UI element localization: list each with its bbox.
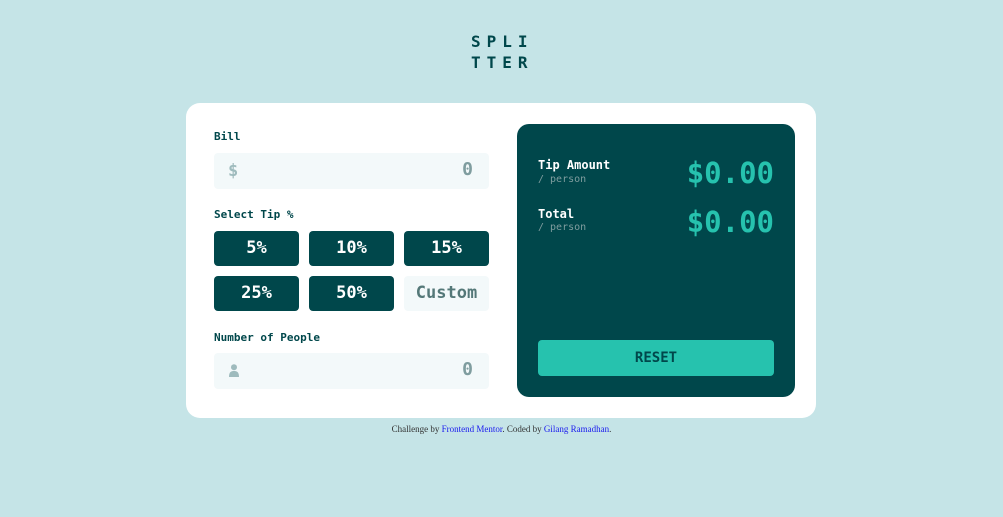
attribution: Challenge by Frontend Mentor. Coded by G…: [0, 424, 1003, 434]
people-input[interactable]: 0: [462, 359, 473, 380]
tip-15-button[interactable]: 15%: [404, 231, 489, 266]
bill-label: Bill: [214, 130, 241, 143]
results-panel: Tip Amount / person $0.00 Total / person…: [517, 124, 795, 397]
attribution-middle: . Coded by: [502, 424, 542, 434]
number-of-people-label: Number of People: [214, 331, 320, 344]
tip-amount-title: Tip Amount: [538, 158, 611, 172]
total-title: Total: [538, 207, 575, 221]
tip-5-button[interactable]: 5%: [214, 231, 299, 266]
logo-line-1: SPLI: [471, 32, 534, 51]
logo-line-2: TTER: [471, 53, 534, 72]
reset-button[interactable]: RESET: [538, 340, 774, 376]
total-value: $0.00: [686, 205, 774, 239]
tip-amount-per-person: / person: [538, 174, 587, 185]
tip-50-button[interactable]: 50%: [309, 276, 394, 311]
person-icon: [229, 364, 239, 377]
bill-field[interactable]: $ 0: [214, 153, 489, 189]
frontend-mentor-link[interactable]: Frontend Mentor: [442, 424, 503, 434]
bill-input[interactable]: 0: [462, 159, 473, 180]
attribution-suffix: .: [609, 424, 612, 434]
tip-amount-value: $0.00: [686, 156, 774, 190]
calculator-card: Bill $ 0 Select Tip % 5% 10% 15% 25% 50%…: [186, 103, 816, 418]
tip-25-button[interactable]: 25%: [214, 276, 299, 311]
attribution-prefix: Challenge by: [391, 424, 440, 434]
people-field[interactable]: 0: [214, 353, 489, 389]
app-logo: SPLI TTER: [471, 31, 541, 73]
author-link[interactable]: Gilang Ramadhan: [544, 424, 609, 434]
tip-10-button[interactable]: 10%: [309, 231, 394, 266]
custom-tip-input[interactable]: Custom: [404, 276, 489, 311]
dollar-icon: $: [228, 161, 239, 181]
total-per-person: / person: [538, 222, 587, 233]
select-tip-label: Select Tip %: [214, 208, 294, 221]
